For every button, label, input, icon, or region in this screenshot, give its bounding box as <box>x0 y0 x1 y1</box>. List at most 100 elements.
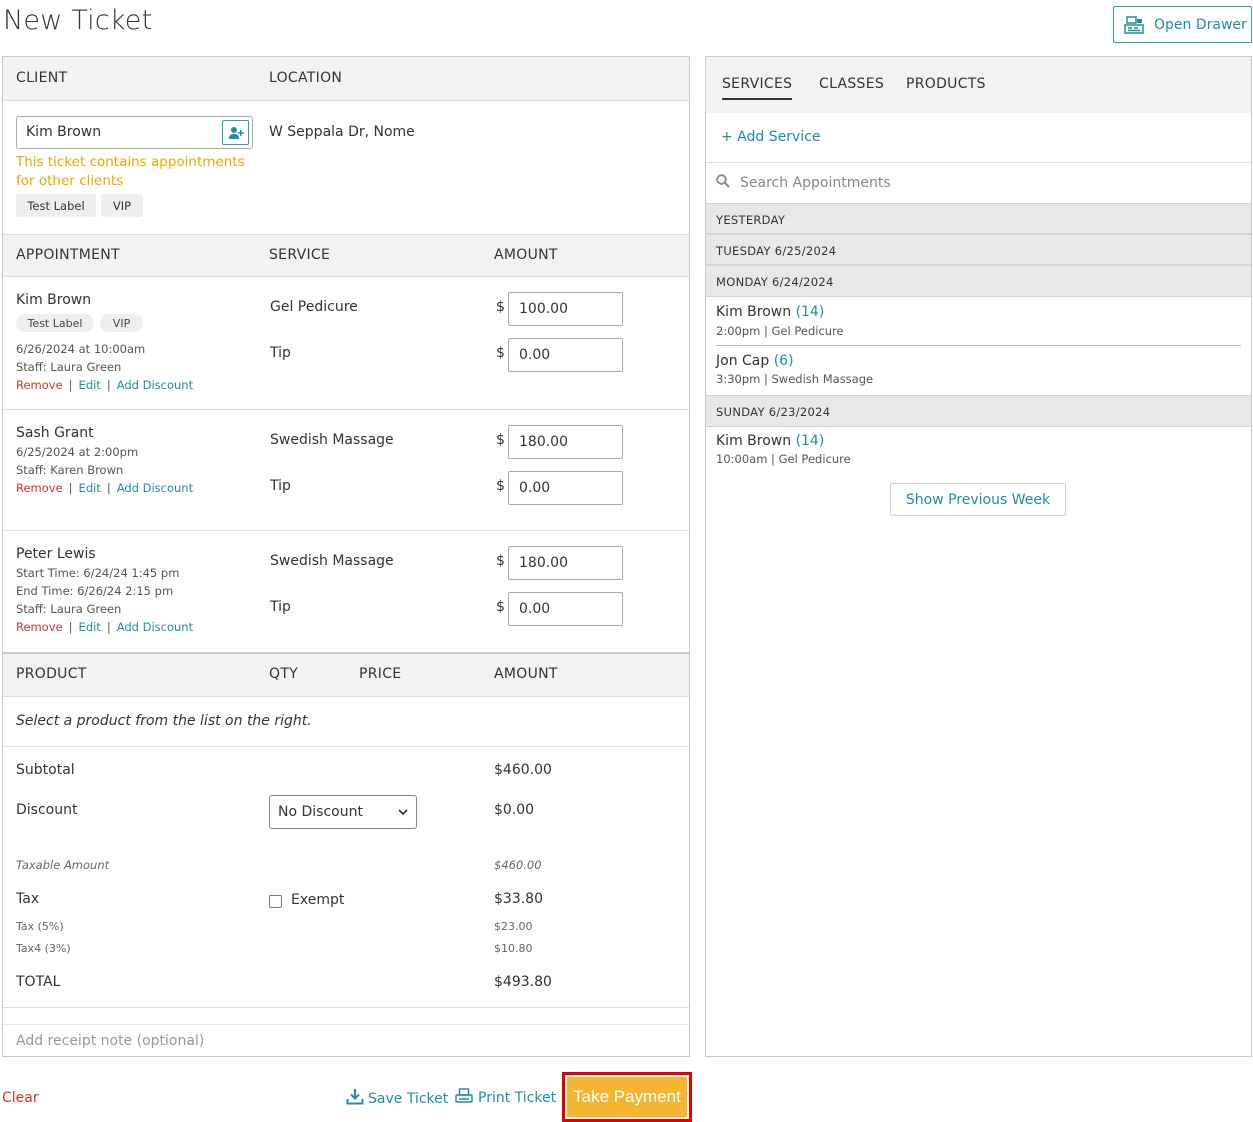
appointment-links: Remove | Edit | Add Discount <box>16 620 193 634</box>
save-ticket-button[interactable]: Save Ticket <box>346 1088 448 1109</box>
appointment-list-name: Kim Brown (14) <box>716 433 824 449</box>
service-name: Swedish Massage <box>270 553 394 569</box>
tab-classes[interactable]: CLASSES <box>819 76 884 92</box>
taxable-label: Taxable Amount <box>16 858 110 872</box>
tax2-label: Tax4 (3%) <box>16 942 71 955</box>
link-separator: | <box>68 620 73 634</box>
edit-link[interactable]: Edit <box>79 481 101 495</box>
link-separator: | <box>106 620 111 634</box>
edit-link[interactable]: Edit <box>79 378 101 392</box>
day-header: TUESDAY 6/25/2024 <box>706 234 1251 265</box>
client-header: CLIENT <box>16 70 68 86</box>
appointment-client: Kim Brown <box>16 292 92 308</box>
tip-amount-input[interactable]: 0.00 <box>508 338 623 372</box>
appointment-staff: Staff: Laura Green <box>16 360 122 374</box>
chevron-down-icon <box>398 804 408 820</box>
tax1-label: Tax (5%) <box>16 920 64 933</box>
search-appointments-input[interactable]: Search Appointments <box>706 162 1251 203</box>
list-client-name: Kim Brown <box>716 304 792 320</box>
appointment-tag: VIP <box>100 314 143 332</box>
take-payment-button[interactable]: Take Payment <box>567 1077 687 1117</box>
currency-symbol: $ <box>496 345 505 361</box>
appointment-time: 6/25/2024 at 2:00pm <box>16 445 139 459</box>
add-service-link[interactable]: + Add Service <box>721 129 820 145</box>
location-text: W Seppala Dr, Nome <box>269 124 415 140</box>
tax2-value: $10.80 <box>494 942 533 955</box>
list-client-name: Kim Brown <box>716 433 792 449</box>
add-client-icon[interactable] <box>222 120 249 145</box>
download-icon <box>346 1088 364 1109</box>
catalog-panel: SERVICES CLASSES PRODUCTS + Add Service … <box>705 56 1252 1057</box>
client-name: Kim Brown <box>26 124 102 140</box>
clear-button[interactable]: Clear <box>2 1090 39 1106</box>
tax1-value: $23.00 <box>494 920 533 933</box>
appointment-list-detail: 3:30pm | Swedish Massage <box>716 372 874 386</box>
client-field[interactable]: Kim Brown <box>16 116 253 149</box>
cash-register-icon <box>1124 15 1144 34</box>
open-drawer-button[interactable]: Open Drawer <box>1113 6 1252 43</box>
tip-label: Tip <box>270 478 291 494</box>
appointment-list-name: Kim Brown (14) <box>716 304 824 320</box>
total-label: TOTAL <box>16 974 61 990</box>
ticket-panel: CLIENT LOCATION Kim Brown This ticket co… <box>2 56 690 1057</box>
add-discount-link[interactable]: Add Discount <box>117 378 193 392</box>
taxable-value: $460.00 <box>494 858 542 872</box>
print-ticket-button[interactable]: Print Ticket <box>455 1088 556 1108</box>
search-placeholder: Search Appointments <box>740 175 891 191</box>
tab-products[interactable]: PRODUCTS <box>906 76 986 92</box>
day-header: YESTERDAY <box>706 203 1251 234</box>
appointment-start-time: Start Time: 6/24/24 1:45 pm <box>16 566 180 580</box>
tip-label: Tip <box>270 345 291 361</box>
divider <box>3 746 689 747</box>
location-header: LOCATION <box>269 70 343 86</box>
client-header-row: CLIENT LOCATION <box>3 57 689 101</box>
product-header-row: PRODUCT QTY PRICE AMOUNT <box>3 652 689 697</box>
list-client-count: (14) <box>795 433 825 449</box>
tip-label: Tip <box>270 599 291 615</box>
service-amount-input[interactable]: 180.00 <box>508 546 623 580</box>
service-amount-input[interactable]: 100.00 <box>508 292 623 326</box>
list-client-count: (14) <box>795 304 825 320</box>
product-empty-note: Select a product from the list on the ri… <box>16 713 312 729</box>
appointment-header-row: APPOINTMENT SERVICE AMOUNT <box>3 234 689 277</box>
list-client-count: (6) <box>773 353 794 369</box>
remove-link[interactable]: Remove <box>16 620 63 634</box>
multi-client-warning: This ticket contains appointments for ot… <box>16 154 245 189</box>
currency-symbol: $ <box>496 478 505 494</box>
receipt-note-input[interactable]: Add receipt note (optional) <box>3 1024 689 1057</box>
currency-symbol: $ <box>496 432 505 448</box>
tab-services[interactable]: SERVICES <box>722 76 793 100</box>
appointment-staff: Staff: Karen Brown <box>16 463 124 477</box>
print-ticket-label: Print Ticket <box>478 1090 557 1106</box>
printer-icon <box>455 1088 473 1108</box>
tip-amount-input[interactable]: 0.00 <box>508 471 623 505</box>
day-header: SUNDAY 6/23/2024 <box>706 395 1251 427</box>
divider <box>3 530 689 531</box>
discount-select[interactable]: No Discount <box>269 795 417 829</box>
tax-label: Tax <box>16 891 40 907</box>
currency-symbol: $ <box>496 553 505 569</box>
exempt-label: Exempt <box>291 892 345 908</box>
service-amount-input[interactable]: 180.00 <box>508 425 623 459</box>
appointment-staff: Staff: Laura Green <box>16 602 122 616</box>
tip-amount-input[interactable]: 0.00 <box>508 592 623 626</box>
exempt-checkbox[interactable] <box>269 895 282 908</box>
edit-link[interactable]: Edit <box>79 620 101 634</box>
remove-link[interactable]: Remove <box>16 481 63 495</box>
add-discount-link[interactable]: Add Discount <box>117 481 193 495</box>
appointment-client: Peter Lewis <box>16 546 96 562</box>
subtotal-value: $460.00 <box>494 762 552 778</box>
qty-header: QTY <box>269 666 299 682</box>
appointment-tag: Test Label <box>16 314 94 332</box>
appointment-list-detail: 2:00pm | Gel Pedicure <box>716 324 844 338</box>
link-separator: | <box>106 378 111 392</box>
service-name: Swedish Massage <box>270 432 394 448</box>
amount-header: AMOUNT <box>494 247 558 263</box>
remove-link[interactable]: Remove <box>16 378 63 392</box>
price-header: PRICE <box>359 666 402 682</box>
total-value: $493.80 <box>494 974 552 990</box>
service-name: Gel Pedicure <box>270 299 358 315</box>
show-previous-week-button[interactable]: Show Previous Week <box>890 483 1066 516</box>
discount-value: $0.00 <box>494 802 535 818</box>
add-discount-link[interactable]: Add Discount <box>117 620 193 634</box>
